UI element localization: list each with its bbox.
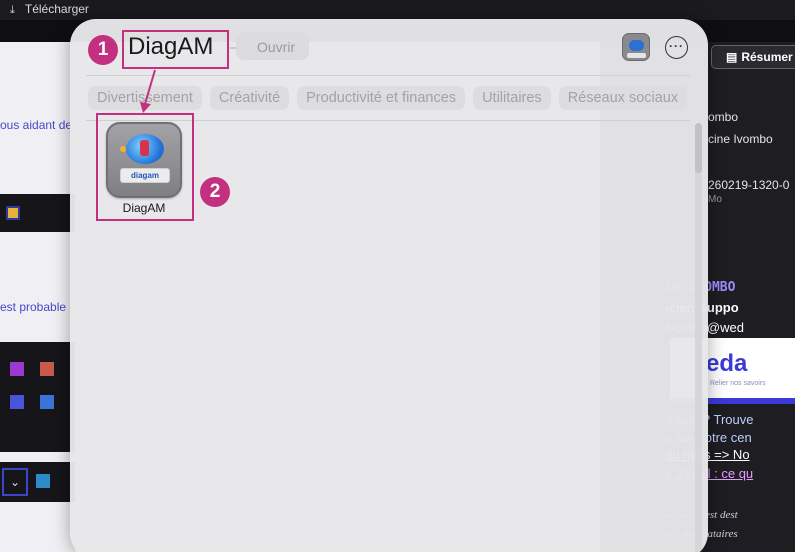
diagam-small-icon[interactable] xyxy=(622,33,650,61)
background-list-item-1[interactable]: ombo xyxy=(708,110,738,124)
download-icon: ⤓ xyxy=(10,4,15,16)
diagam-small-icon-band xyxy=(627,53,646,58)
resume-button[interactable]: ▤ Résumer xyxy=(711,45,795,69)
highlight-box-search xyxy=(122,30,229,69)
taskbar-icon[interactable] xyxy=(36,474,50,488)
folder-icon[interactable] xyxy=(6,206,20,220)
background-list-item-4: Mo xyxy=(708,194,722,205)
step-badge-2: 2 xyxy=(200,177,230,207)
category-bar: Divertissement Créativité Productivité e… xyxy=(88,86,708,112)
header-divider xyxy=(86,75,690,76)
app-icon-purple[interactable] xyxy=(10,362,24,376)
category-chip-utilitaires[interactable]: Utilitaires xyxy=(473,86,551,110)
category-chip-reseaux-sociaux[interactable]: Réseaux sociaux xyxy=(558,86,688,110)
background-taskbar: ⌄ xyxy=(0,462,75,502)
background-dark-block xyxy=(0,342,75,452)
background-list-item-2[interactable]: cine Ivombo xyxy=(708,132,773,146)
background-text-1: ous aidant de xyxy=(0,118,73,132)
launcher-panel: DiagAM — Ouvrir ··· Divertissement Créat… xyxy=(70,19,708,552)
app-icon-blue[interactable] xyxy=(10,395,24,409)
highlight-box-app xyxy=(96,113,194,221)
results-scrollbar-thumb[interactable] xyxy=(695,123,702,173)
download-label: Télécharger xyxy=(24,2,89,16)
app-icon-blue-2[interactable] xyxy=(40,395,54,409)
step-badge-1: 1 xyxy=(88,35,118,65)
signature-logo-tagline: Relier nos savoirs xyxy=(710,380,766,387)
background-top-bar: ⤓ Télécharger xyxy=(0,0,795,20)
category-chip-productivite[interactable]: Productivité et finances xyxy=(297,86,466,110)
resume-icon: ▤ xyxy=(726,50,738,64)
background-list-item-3[interactable]: 260219-1320-0 xyxy=(708,178,789,192)
open-action-button[interactable]: Ouvrir xyxy=(236,32,309,60)
background-dark-row xyxy=(0,194,75,232)
category-chip-divertissement[interactable]: Divertissement xyxy=(88,86,202,110)
app-icon-multicolor[interactable] xyxy=(40,362,54,376)
download-link[interactable]: ⤓ Télécharger xyxy=(10,2,89,17)
background-left-pane: ous aidant de est probable ⌄ xyxy=(0,42,75,552)
results-scrollbar[interactable] xyxy=(695,123,702,552)
diagam-small-icon-orb xyxy=(629,40,644,51)
background-text-2: est probable xyxy=(0,300,67,314)
category-chip-creativite[interactable]: Créativité xyxy=(209,86,290,110)
resume-button-label: Résumer xyxy=(741,50,793,64)
more-options-button[interactable]: ··· xyxy=(665,36,688,59)
signature-logo-word: eda xyxy=(706,350,748,377)
chevron-down-icon[interactable]: ⌄ xyxy=(2,468,28,496)
